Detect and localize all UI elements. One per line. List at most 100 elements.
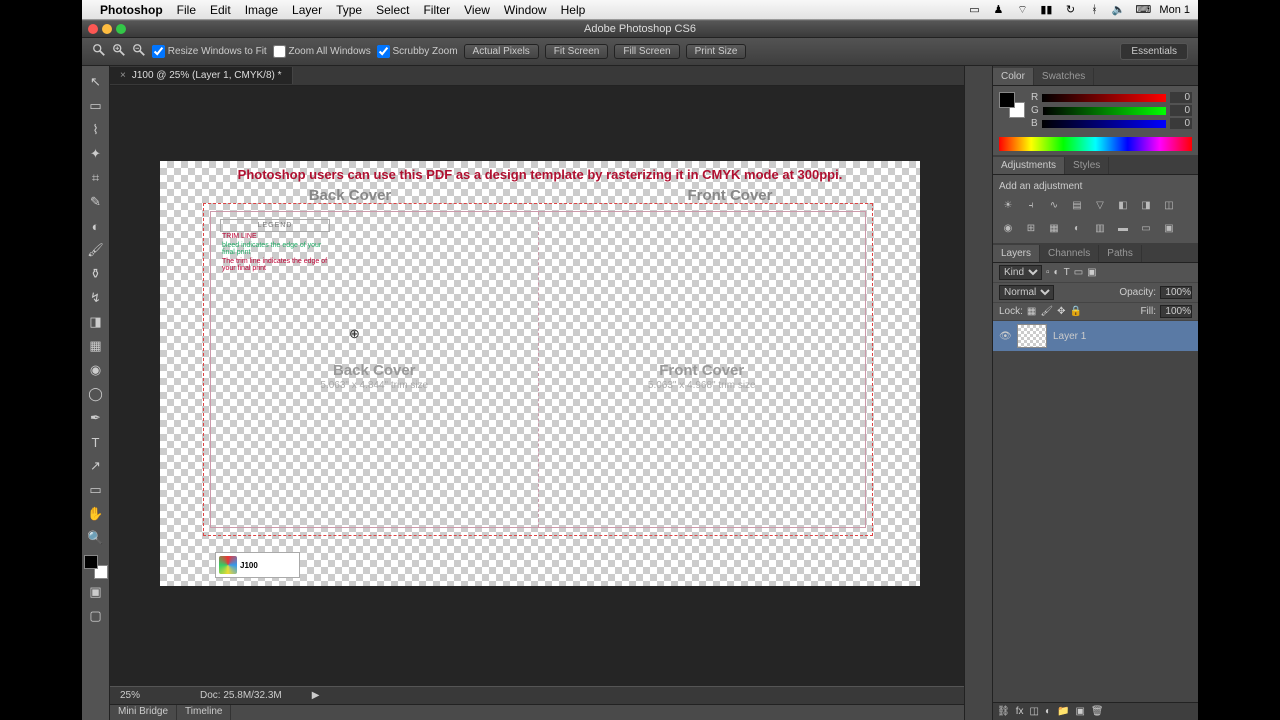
color-swatch[interactable] (999, 92, 1025, 118)
battery-icon[interactable]: ▮▮ (1039, 3, 1053, 16)
filter-type-icon[interactable]: T (1064, 267, 1070, 278)
brightness-adj-icon[interactable]: ☀ (999, 196, 1017, 214)
b-value[interactable]: 0 (1170, 118, 1192, 129)
layer-filter-select[interactable]: Kind (999, 265, 1042, 280)
collapsed-panel-dock[interactable] (964, 66, 992, 720)
menu-image[interactable]: Image (245, 3, 278, 17)
screen-mode-icon[interactable]: ▢ (85, 605, 107, 627)
screen-icon[interactable]: ▭ (967, 3, 981, 16)
hand-tool-icon[interactable]: ✋ (85, 503, 107, 525)
wifi-icon[interactable]: ⌔ (1015, 3, 1029, 17)
zoom-tool-icon[interactable]: 🔍 (85, 527, 107, 549)
blur-tool-icon[interactable]: ◉ (85, 359, 107, 381)
foreground-background-swatches[interactable] (84, 555, 108, 579)
lock-trans-icon[interactable]: ▦ (1027, 306, 1036, 317)
swatches-tab[interactable]: Swatches (1034, 68, 1094, 85)
r-value[interactable]: 0 (1170, 92, 1192, 103)
photofilter-adj-icon[interactable]: ◉ (999, 219, 1017, 237)
window-minimize-button[interactable] (102, 24, 112, 34)
lock-pixels-icon[interactable]: 🖌 (1040, 306, 1053, 317)
bluetooth-icon[interactable]: ᚼ (1087, 4, 1101, 16)
lookup-adj-icon[interactable]: ▦ (1045, 219, 1063, 237)
app-name[interactable]: Photoshop (100, 3, 163, 17)
shape-tool-icon[interactable]: ▭ (85, 479, 107, 501)
fx-icon[interactable]: fx (1016, 706, 1024, 717)
filter-adj-icon[interactable]: ◐ (1054, 267, 1060, 278)
r-slider[interactable] (1042, 94, 1166, 102)
clone-stamp-tool-icon[interactable]: ⚱ (85, 263, 107, 285)
blend-mode-select[interactable]: Normal (999, 285, 1054, 300)
poster-adj-icon[interactable]: ▥ (1091, 219, 1109, 237)
canvas[interactable]: Photoshop users can use this PDF as a de… (160, 161, 920, 586)
menu-window[interactable]: Window (504, 3, 547, 17)
menu-file[interactable]: File (177, 3, 196, 17)
eyedropper-tool-icon[interactable]: ✎ (85, 191, 107, 213)
clock[interactable]: Mon 1 (1159, 4, 1190, 16)
filter-shape-icon[interactable]: ▭ (1074, 267, 1083, 278)
b-slider[interactable] (1042, 120, 1166, 128)
workspace-switcher[interactable]: Essentials (1120, 43, 1188, 60)
opacity-input[interactable] (1160, 286, 1192, 299)
canvas-viewport[interactable]: Photoshop users can use this PDF as a de… (110, 86, 964, 686)
g-slider[interactable] (1043, 107, 1166, 115)
fit-screen-button[interactable]: Fit Screen (545, 44, 609, 59)
menu-layer[interactable]: Layer (292, 3, 322, 17)
layers-tab[interactable]: Layers (993, 245, 1040, 262)
fill-screen-button[interactable]: Fill Screen (614, 44, 679, 59)
zoom-out-icon[interactable] (132, 43, 146, 60)
brush-tool-icon[interactable]: 🖌 (85, 239, 107, 261)
gradmap-adj-icon[interactable]: ▭ (1137, 219, 1155, 237)
styles-tab[interactable]: Styles (1065, 157, 1109, 174)
layer-thumbnail[interactable] (1017, 324, 1047, 348)
figure-icon[interactable]: ♟ (991, 3, 1005, 16)
history-brush-tool-icon[interactable]: ↯ (85, 287, 107, 309)
filter-smart-icon[interactable]: ▣ (1087, 267, 1096, 278)
gradient-tool-icon[interactable]: ▦ (85, 335, 107, 357)
zoom-in-icon[interactable] (112, 43, 126, 60)
lock-all-icon[interactable]: 🔒 (1069, 306, 1081, 317)
crop-tool-icon[interactable]: ⌗ (85, 167, 107, 189)
pen-tool-icon[interactable]: ✒ (85, 407, 107, 429)
menu-view[interactable]: View (464, 3, 490, 17)
bw-adj-icon[interactable]: ◫ (1160, 196, 1178, 214)
menu-edit[interactable]: Edit (210, 3, 231, 17)
color-tab[interactable]: Color (993, 68, 1034, 85)
link-layers-icon[interactable]: ⛓ (997, 706, 1010, 717)
marquee-tool-icon[interactable]: ▭ (85, 95, 107, 117)
eraser-tool-icon[interactable]: ◨ (85, 311, 107, 333)
mask-icon[interactable]: ◫ (1029, 706, 1038, 717)
volume-icon[interactable]: 🔈 (1111, 3, 1125, 16)
magic-wand-tool-icon[interactable]: ✦ (85, 143, 107, 165)
paths-tab[interactable]: Paths (1099, 245, 1142, 262)
color-spectrum[interactable] (999, 137, 1192, 151)
thresh-adj-icon[interactable]: ▬ (1114, 219, 1132, 237)
fill-layer-icon[interactable]: ◐ (1045, 706, 1051, 717)
invert-adj-icon[interactable]: ◐ (1068, 219, 1086, 237)
keyboard-icon[interactable]: ⌨ (1135, 3, 1149, 16)
time-machine-icon[interactable]: ↻ (1063, 3, 1077, 16)
type-tool-icon[interactable]: T (85, 431, 107, 453)
zoom-level[interactable]: 25% (120, 690, 140, 701)
resize-windows-checkbox[interactable]: Resize Windows to Fit (152, 45, 267, 58)
delete-layer-icon[interactable]: 🗑 (1091, 706, 1104, 717)
doc-size[interactable]: Doc: 25.8M/32.3M (200, 690, 282, 701)
selcolor-adj-icon[interactable]: ▣ (1160, 219, 1178, 237)
menu-filter[interactable]: Filter (423, 3, 450, 17)
actual-pixels-button[interactable]: Actual Pixels (464, 44, 539, 59)
menu-type[interactable]: Type (336, 3, 362, 17)
channels-tab[interactable]: Channels (1040, 245, 1099, 262)
g-value[interactable]: 0 (1170, 105, 1192, 116)
group-icon[interactable]: 📁 (1057, 706, 1069, 717)
visibility-icon[interactable]: 👁 (999, 331, 1011, 342)
exposure-adj-icon[interactable]: ▤ (1068, 196, 1086, 214)
colbal-adj-icon[interactable]: ◨ (1137, 196, 1155, 214)
menu-help[interactable]: Help (561, 3, 586, 17)
filter-pixel-icon[interactable]: ▫ (1046, 267, 1050, 278)
scrubby-zoom-checkbox[interactable]: Scrubby Zoom (377, 45, 458, 58)
adjustments-tab[interactable]: Adjustments (993, 157, 1065, 174)
zoom-tool-icon[interactable] (92, 43, 106, 60)
close-icon[interactable]: × (120, 70, 126, 81)
lock-pos-icon[interactable]: ✥ (1057, 306, 1065, 317)
lasso-tool-icon[interactable]: ⌇ (85, 119, 107, 141)
path-selection-tool-icon[interactable]: ↗ (85, 455, 107, 477)
